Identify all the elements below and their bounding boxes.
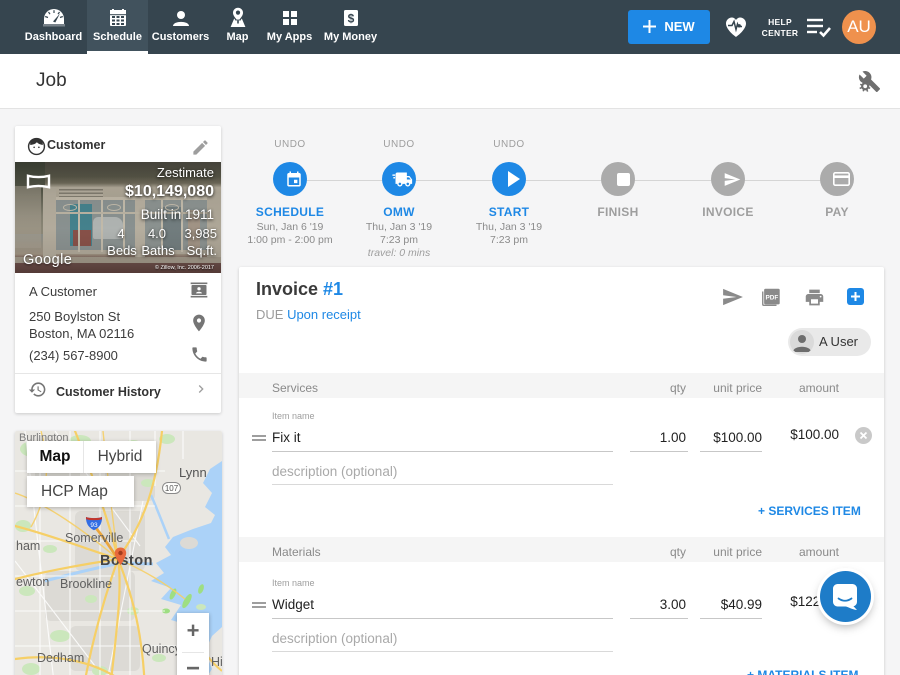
svg-text:93: 93 bbox=[90, 522, 98, 529]
svg-text:$: $ bbox=[347, 12, 354, 26]
svg-text:PDF: PDF bbox=[766, 295, 779, 302]
